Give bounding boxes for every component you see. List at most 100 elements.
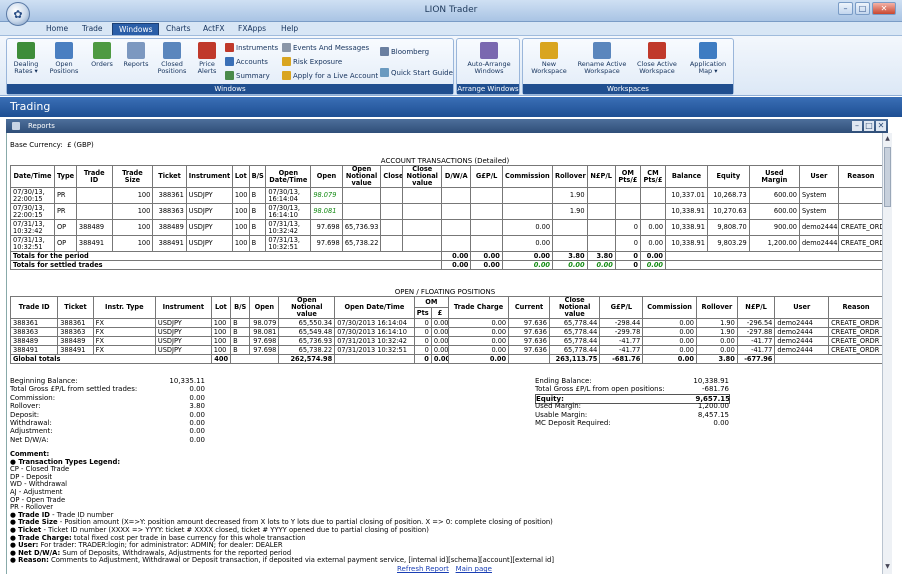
summary-row: Adjustment: 0.00 [10,427,205,436]
accounts-button[interactable]: Accounts [225,56,268,68]
instruments-button[interactable]: Instruments [225,42,278,54]
close-icon[interactable]: ✕ [872,2,896,15]
totals-cell: 3.80 [586,251,616,261]
table-cell: demo2444 [774,345,830,355]
table-cell: demo2444 [774,327,830,337]
table-cell [441,219,472,236]
table-cell: 0.00 [642,327,697,337]
risk-exposure-button[interactable]: Risk Exposure [282,56,342,68]
restore-icon[interactable]: □ [864,121,874,131]
table-cell: 0.00 [642,336,697,346]
auto-arrange-icon [480,42,498,59]
column-header: Open [310,165,343,188]
minimize-icon[interactable]: – [852,121,862,131]
column-header: Reason [837,165,882,188]
table-cell: 1.90 [552,187,588,204]
table-cell: 0 [413,345,432,355]
bloomberg-button[interactable]: Bloomberg [380,46,429,58]
summary-row: Total Gross £P/L from open positions: -68… [535,385,729,394]
totals-cell: 0.00 [639,251,667,261]
table-cell: 100 [111,203,154,220]
menu-actfx[interactable]: ActFX [197,23,231,35]
totals-cell: 263,113.75 [548,354,601,364]
accounts-icon [225,57,234,66]
open-positions-button[interactable]: Open Positions [47,41,81,83]
menu-home[interactable]: Home [40,23,74,35]
table-cell: USDJPY [154,336,212,346]
menu-windows[interactable]: Windows [112,23,160,35]
table-row: 07/31/13, 10:32:51 OP 388491 100 388491 USDJP… [10,235,882,252]
reports-button[interactable]: Reports [119,41,153,83]
table-cell: 10,338.91 [665,235,708,252]
reports-icon [127,42,145,59]
column-header: Lot [210,296,232,319]
column-subheader: £ [430,307,450,319]
totals-cell: 0 [614,251,641,261]
table-cell: 0.00 [447,345,510,355]
rename-workspace-button[interactable]: Rename Active Workspace [575,41,629,83]
table-cell: 97.636 [508,327,550,337]
minimize-icon[interactable]: – [838,2,853,15]
close-icon[interactable]: ✕ [876,121,886,131]
auto-arrange-button[interactable]: Auto-Arrange Windows [463,41,515,83]
table-cell: USDJPY [185,203,233,220]
price-alerts-button[interactable]: Price Alerts [190,41,224,83]
table-cell: -41.77 [736,336,776,346]
quick-start-guide-button[interactable]: Quick Start Guide [380,67,453,79]
column-header: Commission [501,165,554,188]
main-page-link[interactable]: Main page [456,565,492,573]
menu-fxapps[interactable]: FXApps [232,23,272,35]
table-cell [837,187,882,204]
table-cell: B [230,318,251,328]
table-cell: 388491 [57,345,94,355]
table-cell: -297.88 [736,327,776,337]
vertical-scrollbar[interactable]: ▲ ▼ [882,133,892,574]
table-cell [586,235,616,252]
table-cell: demo2444 [798,235,839,252]
table-cell: B [248,203,267,220]
table-cell: 98.079 [249,318,280,328]
scroll-up-icon[interactable]: ▲ [884,135,891,142]
column-header: D/W/A [441,165,472,188]
totals-cell [774,354,882,364]
close-workspace-icon [648,42,666,59]
table-cell: CREATE_ORDR [828,327,882,337]
new-workspace-button[interactable]: New Workspace [527,41,571,83]
table-cell: 07/31/2013 10:32:42 [334,336,415,346]
events-messages-button[interactable]: Events And Messages [282,42,369,54]
maximize-icon[interactable]: □ [855,2,870,15]
scroll-down-icon[interactable]: ▼ [884,563,891,570]
table-cell: 0 [413,318,432,328]
totals-cell: 3.80 [696,354,738,364]
refresh-report-link[interactable]: Refresh Report [397,565,449,573]
table-cell [586,219,616,236]
closed-positions-button[interactable]: Closed Positions [155,41,189,83]
lion-icon[interactable]: ✿ [6,2,30,26]
dealing-rates-button[interactable]: Dealing Rates ▾ [9,41,43,83]
orders-button[interactable]: Orders [85,41,119,83]
summary-button[interactable]: Summary [225,70,270,82]
column-header: Trade ID [75,165,113,188]
account-transactions-title: ACCOUNT TRANSACTIONS (Detailed) [380,157,510,165]
scroll-thumb[interactable] [884,147,891,207]
table-cell: 1.90 [696,327,738,337]
table-cell: OP [53,235,77,252]
open-positions-table: Trade ID Ticket Instr. Type Instrument Lot B/… [9,296,882,364]
table-cell: 65,736.93 [278,336,336,346]
open-positions-icon [55,42,73,59]
table-cell: 07/31/13, 10:32:42 [10,219,55,236]
table-cell: 9,803.29 [706,235,750,252]
menu-charts[interactable]: Charts [160,23,197,35]
menu-trade[interactable]: Trade [76,23,109,35]
close-workspace-button[interactable]: Close Active Workspace [633,41,681,83]
application-map-button[interactable]: Application Map ▾ [685,41,731,83]
apply-live-account-button[interactable]: Apply for a Live Account [282,70,378,82]
menu-help[interactable]: Help [275,23,304,35]
table-cell: 10,337.01 [665,187,708,204]
table-cell: 65,778.44 [548,345,601,355]
table-cell [341,203,382,220]
trading-bar: Trading [0,97,902,117]
table-cell: demo2444 [774,318,830,328]
table-cell: 388361 [9,318,59,328]
totals-cell: 0.00 [430,354,450,364]
